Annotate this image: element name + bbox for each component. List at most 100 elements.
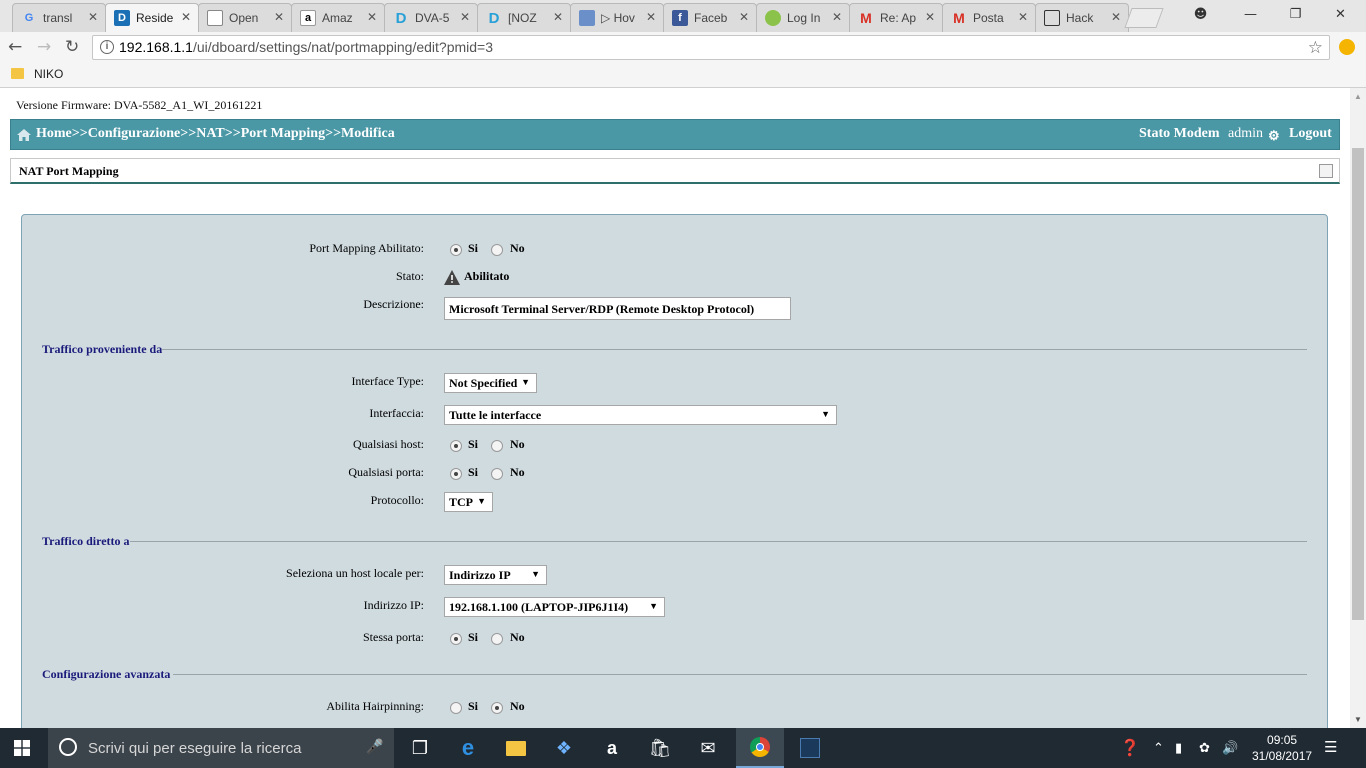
home-icon[interactable]: [17, 129, 31, 141]
enabled-si-radio[interactable]: [450, 244, 462, 256]
enabled-no-radio[interactable]: [491, 244, 503, 256]
microphone-icon[interactable]: 🎤: [366, 738, 383, 755]
protocollo-label: Protocollo:: [370, 493, 424, 507]
tab-noz[interactable]: D [NOZ ✕: [477, 3, 571, 32]
file-explorer-icon[interactable]: [492, 728, 540, 768]
collapse-panel-icon[interactable]: [1319, 164, 1333, 178]
dropbox-icon[interactable]: ❖: [540, 728, 588, 768]
tab-hack[interactable]: Hack ✕: [1035, 3, 1129, 32]
bookmark-star-icon[interactable]: ☆: [1308, 36, 1323, 59]
dropdown-arrow-icon: ▼: [649, 601, 658, 611]
scroll-down-icon[interactable]: ▼: [1354, 715, 1362, 724]
tab-open[interactable]: Open ✕: [198, 3, 292, 32]
show-hidden-icons[interactable]: ⌃: [1153, 740, 1164, 756]
warning-icon: [444, 270, 460, 285]
notifications-icon[interactable]: ☰: [1324, 738, 1337, 756]
close-icon[interactable]: ✕: [181, 10, 191, 24]
dlink-icon: D: [395, 9, 407, 27]
tab-google[interactable]: G transl ✕: [12, 3, 106, 32]
search-placeholder: Scrivi qui per eseguire la ricerca: [88, 740, 302, 757]
section-dest-title: Traffico diretto a: [42, 534, 130, 548]
qualsiasi-host-label: Qualsiasi host:: [353, 437, 424, 451]
close-icon[interactable]: ✕: [646, 10, 656, 24]
back-icon[interactable]: ←: [8, 37, 22, 57]
wifi-icon[interactable]: ✿: [1199, 740, 1210, 756]
tab-gmail-posta[interactable]: M Posta ✕: [942, 3, 1036, 32]
tab-residential-gateway[interactable]: D Reside ✕: [105, 3, 199, 32]
forward-icon[interactable]: →: [37, 37, 51, 57]
bookmark-folder-niko[interactable]: NIKO: [34, 67, 63, 81]
extension-icon[interactable]: [1339, 39, 1355, 55]
close-window-button[interactable]: ✕: [1318, 0, 1363, 28]
tab-gmail-re[interactable]: M Re: Ap ✕: [849, 3, 943, 32]
restore-button[interactable]: ❐: [1273, 0, 1318, 28]
qualsiasi-host-no-radio[interactable]: [491, 440, 503, 452]
volume-icon[interactable]: 🔊: [1222, 740, 1238, 756]
port-mapping-form: Port Mapping Abilitato: Si No Stato: Abi…: [21, 214, 1328, 728]
tab-how[interactable]: ▷ Hov ✕: [570, 3, 664, 32]
laptop-icon: [1044, 10, 1060, 26]
close-icon[interactable]: ✕: [739, 10, 749, 24]
close-icon[interactable]: ✕: [1018, 10, 1028, 24]
close-icon[interactable]: ✕: [832, 10, 842, 24]
tab-label: Open: [229, 11, 259, 25]
tab-amazon[interactable]: a Amaz ✕: [291, 3, 385, 32]
url-host: 192.168.1.1: [119, 39, 193, 55]
scroll-up-icon[interactable]: ▲: [1354, 92, 1362, 101]
battery-icon[interactable]: ▮: [1175, 740, 1182, 756]
close-icon[interactable]: ✕: [367, 10, 377, 24]
amazon-app-icon[interactable]: a: [588, 728, 636, 768]
close-icon[interactable]: ✕: [88, 10, 98, 24]
interface-type-select[interactable]: Not Specified ▼: [444, 373, 537, 393]
stessa-porta-no-radio[interactable]: [491, 633, 503, 645]
tab-dva[interactable]: D DVA-5 ✕: [384, 3, 478, 32]
breadcrumb[interactable]: Home>>Configurazione>>NAT>>Port Mapping>…: [36, 126, 395, 142]
tab-login[interactable]: Log In ✕: [756, 3, 850, 32]
close-icon[interactable]: ✕: [925, 10, 935, 24]
descrizione-input[interactable]: Microsoft Terminal Server/RDP (Remote De…: [444, 297, 791, 320]
minimize-button[interactable]: —: [1228, 0, 1273, 28]
indirizzo-ip-select[interactable]: 192.168.1.100 (LAPTOP-JIP6J1I4) ▼: [444, 597, 665, 617]
interface-type-value: Not Specified: [449, 376, 518, 390]
host-locale-value: Indirizzo IP: [449, 568, 511, 582]
page-scrollbar[interactable]: ▲ ▼: [1350, 88, 1366, 728]
system-clock[interactable]: 09:05 31/08/2017: [1252, 732, 1312, 764]
interfaccia-select[interactable]: Tutte le interfacce ▼: [444, 405, 837, 425]
windows-start-icon[interactable]: [14, 740, 30, 756]
hairpinning-no-radio[interactable]: [491, 702, 503, 714]
reload-icon[interactable]: ↻: [65, 37, 79, 57]
task-view-icon[interactable]: ❐: [396, 728, 444, 768]
qualsiasi-porta-no-radio[interactable]: [491, 468, 503, 480]
close-icon[interactable]: ✕: [1111, 10, 1121, 24]
hairpinning-si-radio[interactable]: [450, 702, 462, 714]
chrome-icon[interactable]: [736, 728, 784, 768]
new-tab-button[interactable]: [1124, 8, 1164, 28]
profile-icon[interactable]: ☻: [1178, 0, 1223, 28]
close-icon[interactable]: ✕: [460, 10, 470, 24]
dropdown-arrow-icon: ▼: [531, 569, 540, 579]
info-icon[interactable]: i: [100, 40, 114, 54]
tab-facebook[interactable]: f Faceb ✕: [663, 3, 757, 32]
host-locale-select[interactable]: Indirizzo IP ▼: [444, 565, 547, 585]
protocollo-select[interactable]: TCP ▼: [444, 492, 493, 512]
address-bar[interactable]: i 192.168.1.1/ui/dboard/settings/nat/por…: [92, 35, 1330, 60]
kindle-icon[interactable]: [786, 728, 834, 768]
tab-label: Re: Ap: [880, 11, 917, 25]
scroll-thumb[interactable]: [1352, 148, 1364, 620]
logout-link[interactable]: Logout: [1289, 126, 1332, 142]
tab-label: Hack: [1066, 11, 1094, 25]
help-icon[interactable]: ❓: [1120, 738, 1140, 758]
store-icon[interactable]: 🛍: [636, 728, 684, 768]
stato-modem-link[interactable]: Stato Modem: [1139, 126, 1220, 142]
stessa-porta-si-radio[interactable]: [450, 633, 462, 645]
qualsiasi-porta-si-radio[interactable]: [450, 468, 462, 480]
taskbar-search[interactable]: Scrivi qui per eseguire la ricerca 🎤: [48, 728, 394, 768]
close-icon[interactable]: ✕: [274, 10, 284, 24]
close-icon[interactable]: ✕: [553, 10, 563, 24]
edge-icon[interactable]: e: [444, 728, 492, 768]
interface-type-label: Interface Type:: [351, 374, 424, 388]
qualsiasi-host-si-radio[interactable]: [450, 440, 462, 452]
firmware-version: Versione Firmware: DVA-5582_A1_WI_201612…: [16, 98, 263, 112]
hairpinning-label: Abilita Hairpinning:: [326, 699, 424, 713]
mail-icon[interactable]: ✉: [684, 728, 732, 768]
